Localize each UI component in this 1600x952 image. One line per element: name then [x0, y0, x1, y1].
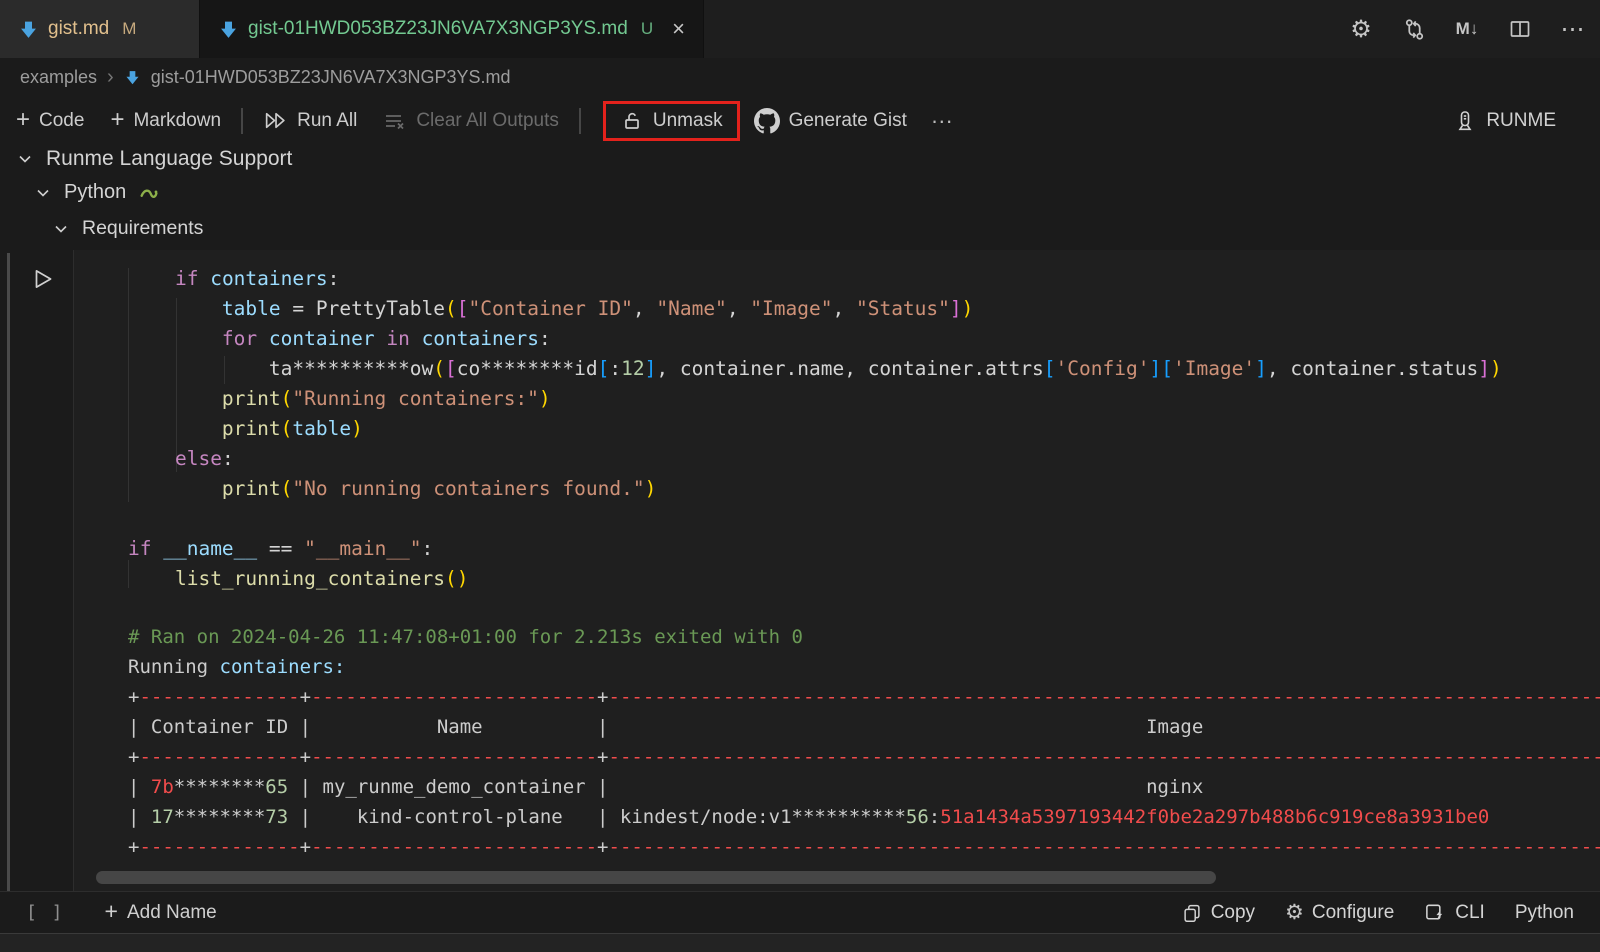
breadcrumb-chevron: › [107, 66, 114, 89]
cell-output: # Ran on 2024-04-26 11:47:08+01:00 for 2… [128, 622, 1600, 862]
copy-icon [1181, 902, 1203, 924]
code-editor[interactable]: if containers: table = PrettyTable(["Con… [128, 264, 1502, 594]
add-name-label: Add Name [127, 902, 217, 924]
unlock-icon [620, 109, 644, 133]
run-all-button[interactable]: Run All [263, 108, 357, 133]
cell-footer-actions: Copy ⚙ Configure CLI Python [1181, 900, 1600, 925]
run-all-icon [263, 108, 288, 133]
add-name-button[interactable]: + Add Name [105, 902, 217, 924]
runme-file-icon [218, 19, 239, 40]
runme-file-icon [124, 69, 141, 86]
runme-file-icon [18, 19, 39, 40]
section-requirements: Requirements [52, 217, 203, 240]
cli-label: CLI [1455, 902, 1485, 924]
clear-outputs-icon [383, 109, 407, 133]
markdown-preview-icon[interactable]: M↓ [1454, 16, 1480, 42]
section-label: Requirements [82, 217, 203, 240]
run-all-label: Run All [297, 110, 357, 132]
chevron-down-icon[interactable] [34, 184, 52, 202]
breadcrumb: examples › gist-01HWD053BZ23JN6VA7X3NGP3… [0, 58, 1600, 96]
settings-gear-icon[interactable]: ⚙ [1348, 16, 1374, 42]
git-status-badge: U [641, 19, 653, 39]
generate-gist-button[interactable]: Generate Gist [754, 108, 907, 134]
add-code-label: Code [39, 110, 84, 132]
configure-label: Configure [1312, 902, 1394, 924]
runme-kernel-button[interactable]: RUNME [1453, 109, 1600, 133]
unmask-label: Unmask [653, 110, 723, 132]
breadcrumb-file[interactable]: gist-01HWD053BZ23JN6VA7X3NGP3YS.md [151, 67, 511, 88]
chevron-down-icon[interactable] [16, 150, 34, 168]
play-icon[interactable] [30, 266, 56, 292]
cli-icon [1424, 901, 1447, 924]
cli-button[interactable]: CLI [1424, 901, 1485, 924]
next-cell-edge [0, 933, 1600, 952]
editor-tab-bar: gist.md M gist-01HWD053BZ23JN6VA7X3NGP3Y… [0, 0, 1600, 58]
vscode-window: gist.md M gist-01HWD053BZ23JN6VA7X3NGP3Y… [0, 0, 1600, 952]
more-actions-icon[interactable]: ⋯ [1560, 16, 1586, 42]
git-status-badge: M [122, 19, 136, 39]
tab-title: gist.md [48, 18, 109, 40]
cell-language-indicator[interactable]: Python [1515, 902, 1574, 924]
unmask-button[interactable]: Unmask [620, 109, 723, 133]
tab-gist-md[interactable]: gist.md M [0, 0, 199, 58]
unmask-annotation-box: Unmask [603, 101, 740, 141]
notebook-toolbar: + Code + Markdown Run All Clear All Ou [0, 96, 1600, 145]
breadcrumb-folder[interactable]: examples [20, 67, 97, 88]
add-markdown-label: Markdown [133, 110, 221, 132]
editor-actions: ⚙ M↓ ⋯ [1348, 0, 1586, 58]
cell-gutter-divider [73, 250, 74, 933]
section-label: Python [64, 181, 126, 204]
add-code-button[interactable]: + Code [16, 110, 84, 132]
tab-title: gist-01HWD053BZ23JN6VA7X3NGP3YS.md [248, 18, 628, 40]
github-icon [754, 108, 780, 134]
python-snake-icon [138, 182, 160, 204]
configure-gear-icon: ⚙ [1285, 900, 1304, 925]
horizontal-scrollbar[interactable] [96, 871, 1216, 884]
generate-gist-label: Generate Gist [789, 110, 907, 132]
copy-label: Copy [1211, 902, 1255, 924]
cell-language-label: Python [1515, 902, 1574, 924]
section-label: Runme Language Support [46, 147, 292, 171]
plus-icon: + [110, 108, 124, 132]
more-notebook-actions[interactable]: ··· [931, 108, 953, 134]
copy-button[interactable]: Copy [1181, 902, 1255, 924]
cell-focus-indicator [7, 253, 10, 931]
runme-kernel-label: RUNME [1486, 110, 1556, 132]
git-compare-icon[interactable] [1401, 16, 1427, 42]
tab-gist-notebook[interactable]: gist-01HWD053BZ23JN6VA7X3NGP3YS.md U × [199, 0, 704, 58]
section-python: Python [34, 181, 160, 204]
execution-brackets: [ ] [26, 902, 65, 923]
chevron-down-icon[interactable] [52, 220, 70, 238]
close-icon[interactable]: × [672, 18, 685, 40]
add-markdown-button[interactable]: + Markdown [110, 110, 221, 132]
toolbar-separator [241, 108, 243, 134]
configure-button[interactable]: ⚙ Configure [1285, 900, 1394, 925]
clear-all-outputs-button[interactable]: Clear All Outputs [383, 109, 559, 133]
plus-icon: + [105, 900, 118, 923]
runme-logo-icon [1453, 109, 1477, 133]
split-editor-icon[interactable] [1507, 16, 1533, 42]
plus-icon: + [16, 108, 30, 132]
toolbar-separator [579, 108, 581, 134]
section-runme-language-support: Runme Language Support [16, 147, 292, 171]
clear-all-outputs-label: Clear All Outputs [416, 110, 559, 132]
cell-footer: [ ] + Add Name Copy ⚙ Configure [0, 891, 1600, 933]
